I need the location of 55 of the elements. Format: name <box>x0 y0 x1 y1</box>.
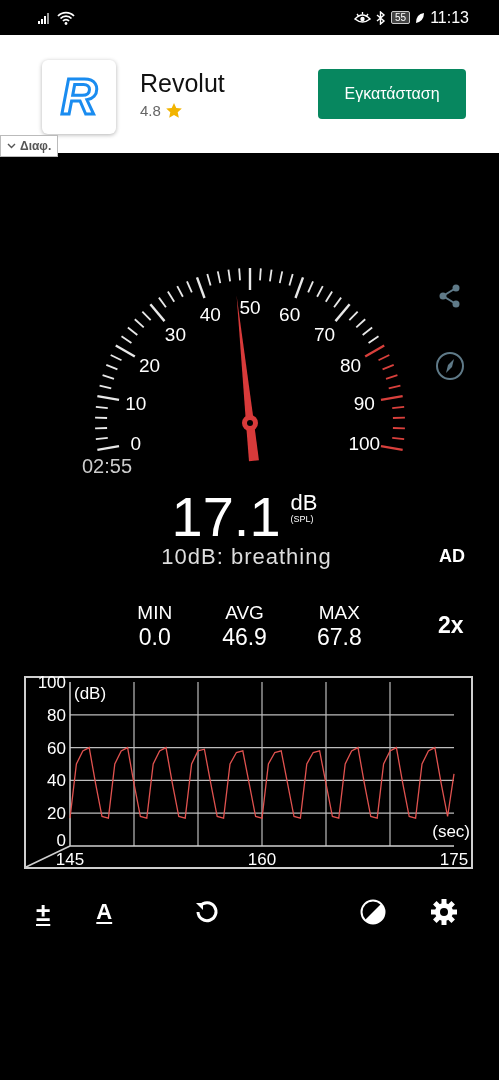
x-axis-title: (sec) <box>432 822 470 841</box>
ad-tag[interactable]: Διαφ. <box>0 135 59 157</box>
axis-label: 100 <box>37 676 66 692</box>
gauge-label: 30 <box>164 324 186 346</box>
unit-label: dB <box>290 492 318 514</box>
stat-label: MIN <box>137 602 173 624</box>
install-button[interactable]: Εγκατάσταση <box>318 69 466 119</box>
signal-icon <box>38 11 52 24</box>
toolbar-button[interactable]: ± <box>36 898 51 926</box>
app-name: Revolut <box>140 69 226 98</box>
wifi-icon <box>57 10 75 25</box>
toolbar-button[interactable]: A <box>96 898 113 926</box>
sound-level-value: 17.1 <box>171 488 281 546</box>
gauge-label: 10 <box>125 392 147 414</box>
axis-label: 145 <box>55 850 85 869</box>
y-axis-title: (dB) <box>74 684 107 703</box>
axis-label: 175 <box>439 850 469 869</box>
stat-label: AVG <box>225 602 264 624</box>
gauge-label: 80 <box>339 355 362 376</box>
rating-text: 4.8 <box>140 102 161 119</box>
level-description: 10dB: breathing <box>161 544 332 570</box>
axis-label: 160 <box>247 850 277 869</box>
bluetooth-icon <box>376 10 386 25</box>
speed-button[interactable]: 2x <box>438 612 464 639</box>
star-icon <box>165 103 182 118</box>
contrast-icon[interactable] <box>360 899 387 925</box>
compass-icon[interactable] <box>435 351 465 381</box>
battery-icon: 55 <box>391 11 411 24</box>
stat-value: 0.0 <box>138 624 171 651</box>
weighting-button[interactable]: AD <box>439 546 465 567</box>
axis-label: 80 <box>47 705 66 725</box>
gauge-label: 100 <box>348 433 381 455</box>
axis-label: 0 <box>56 831 66 850</box>
gauge-label: 70 <box>314 324 336 346</box>
stat-label: MAX <box>318 602 360 624</box>
gauge-label: 60 <box>279 304 301 325</box>
leaf-icon <box>415 11 426 24</box>
axis-label: 40 <box>47 771 66 791</box>
weighting-label: (SPL) <box>290 514 315 524</box>
gauge-label: 90 <box>353 392 375 414</box>
settings-icon[interactable] <box>430 898 459 926</box>
eye-icon <box>354 11 371 24</box>
gauge-label: 50 <box>239 297 261 318</box>
gauge-label: 40 <box>199 304 221 325</box>
stat-value: 46.9 <box>222 624 267 651</box>
app-logo: R <box>42 60 116 134</box>
gauge-label: 0 <box>130 433 142 455</box>
axis-label: 60 <box>47 738 66 758</box>
gauge-label: 20 <box>138 355 161 376</box>
chevron-icon <box>7 143 16 149</box>
axis-label: 20 <box>47 804 66 824</box>
stat-value: 67.8 <box>316 624 362 651</box>
elapsed-time: 02:55 <box>82 455 133 478</box>
clock-text: 11:13 <box>430 8 469 27</box>
share-icon[interactable] <box>439 284 461 308</box>
